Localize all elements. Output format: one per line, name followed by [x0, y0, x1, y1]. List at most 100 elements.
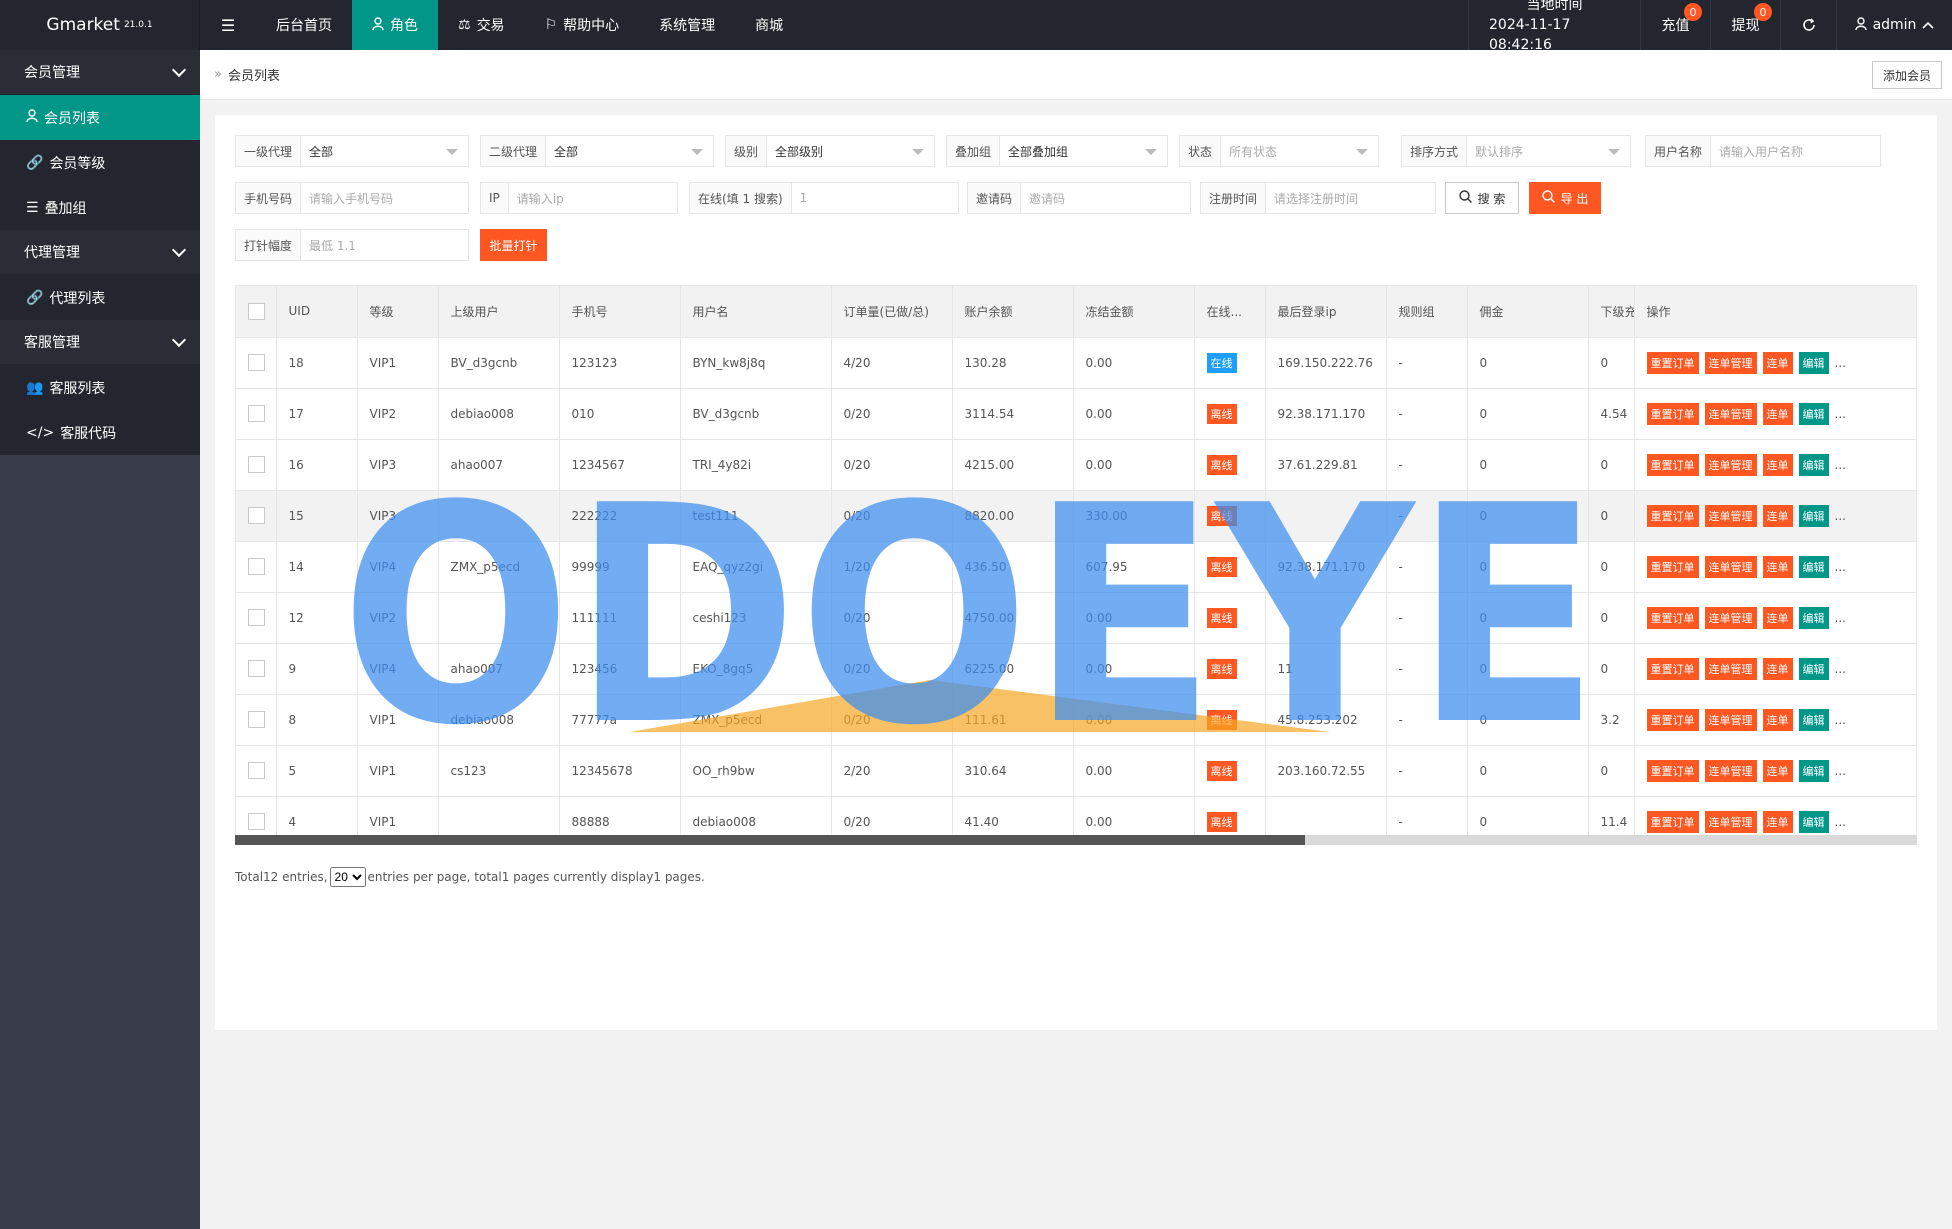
ip-input[interactable]: 请输入ip: [509, 183, 677, 213]
level-select[interactable]: 级别 全部级别: [725, 135, 935, 167]
edit-button[interactable]: 编辑: [1798, 657, 1829, 680]
ip-field[interactable]: IP 请输入ip: [480, 182, 678, 214]
chain-order-button[interactable]: 连单: [1762, 708, 1793, 731]
edit-button[interactable]: 编辑: [1798, 708, 1829, 731]
more-icon[interactable]: ...: [1835, 713, 1846, 727]
refresh-icon[interactable]: [1780, 0, 1836, 50]
more-icon[interactable]: ...: [1835, 356, 1846, 370]
chain-order-manage-button[interactable]: 连单管理: [1704, 351, 1757, 374]
chain-order-manage-button[interactable]: 连单管理: [1704, 759, 1757, 782]
more-icon[interactable]: ...: [1835, 407, 1846, 421]
sidebar-group-agent[interactable]: 代理管理: [0, 230, 200, 275]
chain-order-button[interactable]: 连单: [1762, 351, 1793, 374]
regtime-input[interactable]: 请选择注册时间: [1266, 183, 1435, 213]
sidebar-item-service-code[interactable]: </> 客服代码: [0, 410, 200, 455]
select-all-checkbox[interactable]: [248, 302, 265, 320]
reset-orders-button[interactable]: 重置订单: [1646, 657, 1699, 680]
phone-field[interactable]: 手机号码 请输入手机号码: [235, 182, 469, 214]
row-checkbox[interactable]: [248, 456, 265, 473]
online-input[interactable]: 1: [792, 183, 958, 213]
agent1-select[interactable]: 一级代理 全部: [235, 135, 469, 167]
row-checkbox[interactable]: [248, 813, 265, 830]
reset-orders-button[interactable]: 重置订单: [1646, 708, 1699, 731]
row-checkbox[interactable]: [248, 762, 265, 779]
edit-button[interactable]: 编辑: [1798, 606, 1829, 629]
col-phone[interactable]: 手机号: [559, 286, 681, 338]
sidebar-item-member-list[interactable]: 会员列表: [0, 95, 200, 140]
chain-order-button[interactable]: 连单: [1762, 555, 1793, 578]
chain-order-button[interactable]: 连单: [1762, 402, 1793, 425]
col-sub-recharge[interactable]: 下级充值: [1588, 286, 1635, 338]
table-row[interactable]: 18 VIP1 BV_d3gcnb 123123 BYN_kw8j8q 4/20 130.2…: [236, 337, 1916, 389]
chain-order-manage-button[interactable]: 连单管理: [1704, 453, 1757, 476]
row-checkbox[interactable]: [248, 354, 265, 371]
reset-orders-button[interactable]: 重置订单: [1646, 402, 1699, 425]
row-checkbox[interactable]: [248, 558, 265, 575]
more-icon[interactable]: ...: [1835, 815, 1846, 829]
sidebar-group-service[interactable]: 客服管理: [0, 320, 200, 365]
col-last-ip[interactable]: 最后登录ip: [1265, 286, 1387, 338]
withdraw-button[interactable]: 提现 0: [1710, 0, 1780, 50]
needle-field[interactable]: 打针幅度 最低 1.1: [235, 229, 469, 261]
more-icon[interactable]: ...: [1835, 458, 1846, 472]
chain-order-button[interactable]: 连单: [1762, 759, 1793, 782]
edit-button[interactable]: 编辑: [1798, 759, 1829, 782]
scrollbar-thumb[interactable]: [235, 835, 1305, 845]
col-username[interactable]: 用户名: [680, 286, 832, 338]
nav-mall[interactable]: 商城: [735, 0, 803, 50]
table-row[interactable]: 16 VIP3 ahao007 1234567 TRI_4y82i 0/20 4215.00…: [236, 439, 1916, 491]
edit-button[interactable]: 编辑: [1798, 504, 1829, 527]
sidebar-item-agent-list[interactable]: 🔗 代理列表: [0, 275, 200, 320]
nav-home[interactable]: 后台首页: [256, 0, 352, 50]
needle-input[interactable]: 最低 1.1: [301, 230, 468, 260]
reset-orders-button[interactable]: 重置订单: [1646, 351, 1699, 374]
row-checkbox[interactable]: [248, 609, 265, 626]
regtime-field[interactable]: 注册时间 请选择注册时间: [1200, 182, 1436, 214]
phone-input[interactable]: 请输入手机号码: [301, 183, 468, 213]
export-button[interactable]: 导 出: [1529, 182, 1601, 214]
table-row[interactable]: 17 VIP2 debiao008 010 BV_d3gcnb 0/20 3114.54 0.…: [236, 388, 1916, 440]
chain-order-manage-button[interactable]: 连单管理: [1704, 504, 1757, 527]
search-button[interactable]: 搜 索: [1445, 182, 1519, 214]
reset-orders-button[interactable]: 重置订单: [1646, 453, 1699, 476]
nav-role[interactable]: 角色: [352, 0, 438, 50]
more-icon[interactable]: ...: [1835, 662, 1846, 676]
recharge-button[interactable]: 充值 0: [1640, 0, 1710, 50]
chain-order-button[interactable]: 连单: [1762, 606, 1793, 629]
user-menu[interactable]: admin: [1836, 0, 1952, 50]
nav-help[interactable]: ⚐ 帮助中心: [525, 0, 640, 50]
col-rule-group[interactable]: 规则组: [1386, 286, 1468, 338]
more-icon[interactable]: ...: [1835, 764, 1846, 778]
row-checkbox[interactable]: [248, 660, 265, 677]
table-row[interactable]: 5 VIP1 cs123 12345678 OO_rh9bw 2/20 310.64 0.00…: [236, 745, 1916, 797]
col-orders[interactable]: 订单量(已做/总): [831, 286, 953, 338]
table-row[interactable]: 8 VIP1 debiao008 77777a ZMX_p5ecd 0/20 111.61 0…: [236, 694, 1916, 746]
chain-order-manage-button[interactable]: 连单管理: [1704, 402, 1757, 425]
table-row[interactable]: 9 VIP4 ahao007 123456 EKO_8gq5 0/20 6225.00 0.0…: [236, 643, 1916, 695]
more-icon[interactable]: ...: [1835, 509, 1846, 523]
invite-field[interactable]: 邀请码 邀请码: [967, 182, 1191, 214]
nav-system[interactable]: 系统管理: [639, 0, 735, 50]
sidebar-item-stack-group[interactable]: ☰ 叠加组: [0, 185, 200, 230]
stack-select[interactable]: 叠加组 全部叠加组: [946, 135, 1168, 167]
sidebar-group-member[interactable]: 会员管理: [0, 50, 200, 95]
col-balance[interactable]: 账户余额: [952, 286, 1074, 338]
chain-order-manage-button[interactable]: 连单管理: [1704, 810, 1757, 833]
edit-button[interactable]: 编辑: [1798, 453, 1829, 476]
batch-needle-button[interactable]: 批量打针: [480, 229, 547, 261]
reset-orders-button[interactable]: 重置订单: [1646, 606, 1699, 629]
username-field[interactable]: 用户名称 请输入用户名称: [1645, 135, 1881, 167]
add-member-button[interactable]: 添加会员: [1871, 61, 1942, 89]
username-input[interactable]: 请输入用户名称: [1711, 136, 1880, 166]
agent2-select[interactable]: 二级代理 全部: [480, 135, 714, 167]
reset-orders-button[interactable]: 重置订单: [1646, 555, 1699, 578]
row-checkbox[interactable]: [248, 405, 265, 422]
reset-orders-button[interactable]: 重置订单: [1646, 504, 1699, 527]
edit-button[interactable]: 编辑: [1798, 351, 1829, 374]
sort-select[interactable]: 排序方式 默认排序: [1401, 135, 1631, 167]
col-level[interactable]: 等级: [357, 286, 439, 338]
edit-button[interactable]: 编辑: [1798, 402, 1829, 425]
row-checkbox[interactable]: [248, 711, 265, 728]
chain-order-button[interactable]: 连单: [1762, 453, 1793, 476]
chain-order-manage-button[interactable]: 连单管理: [1704, 606, 1757, 629]
